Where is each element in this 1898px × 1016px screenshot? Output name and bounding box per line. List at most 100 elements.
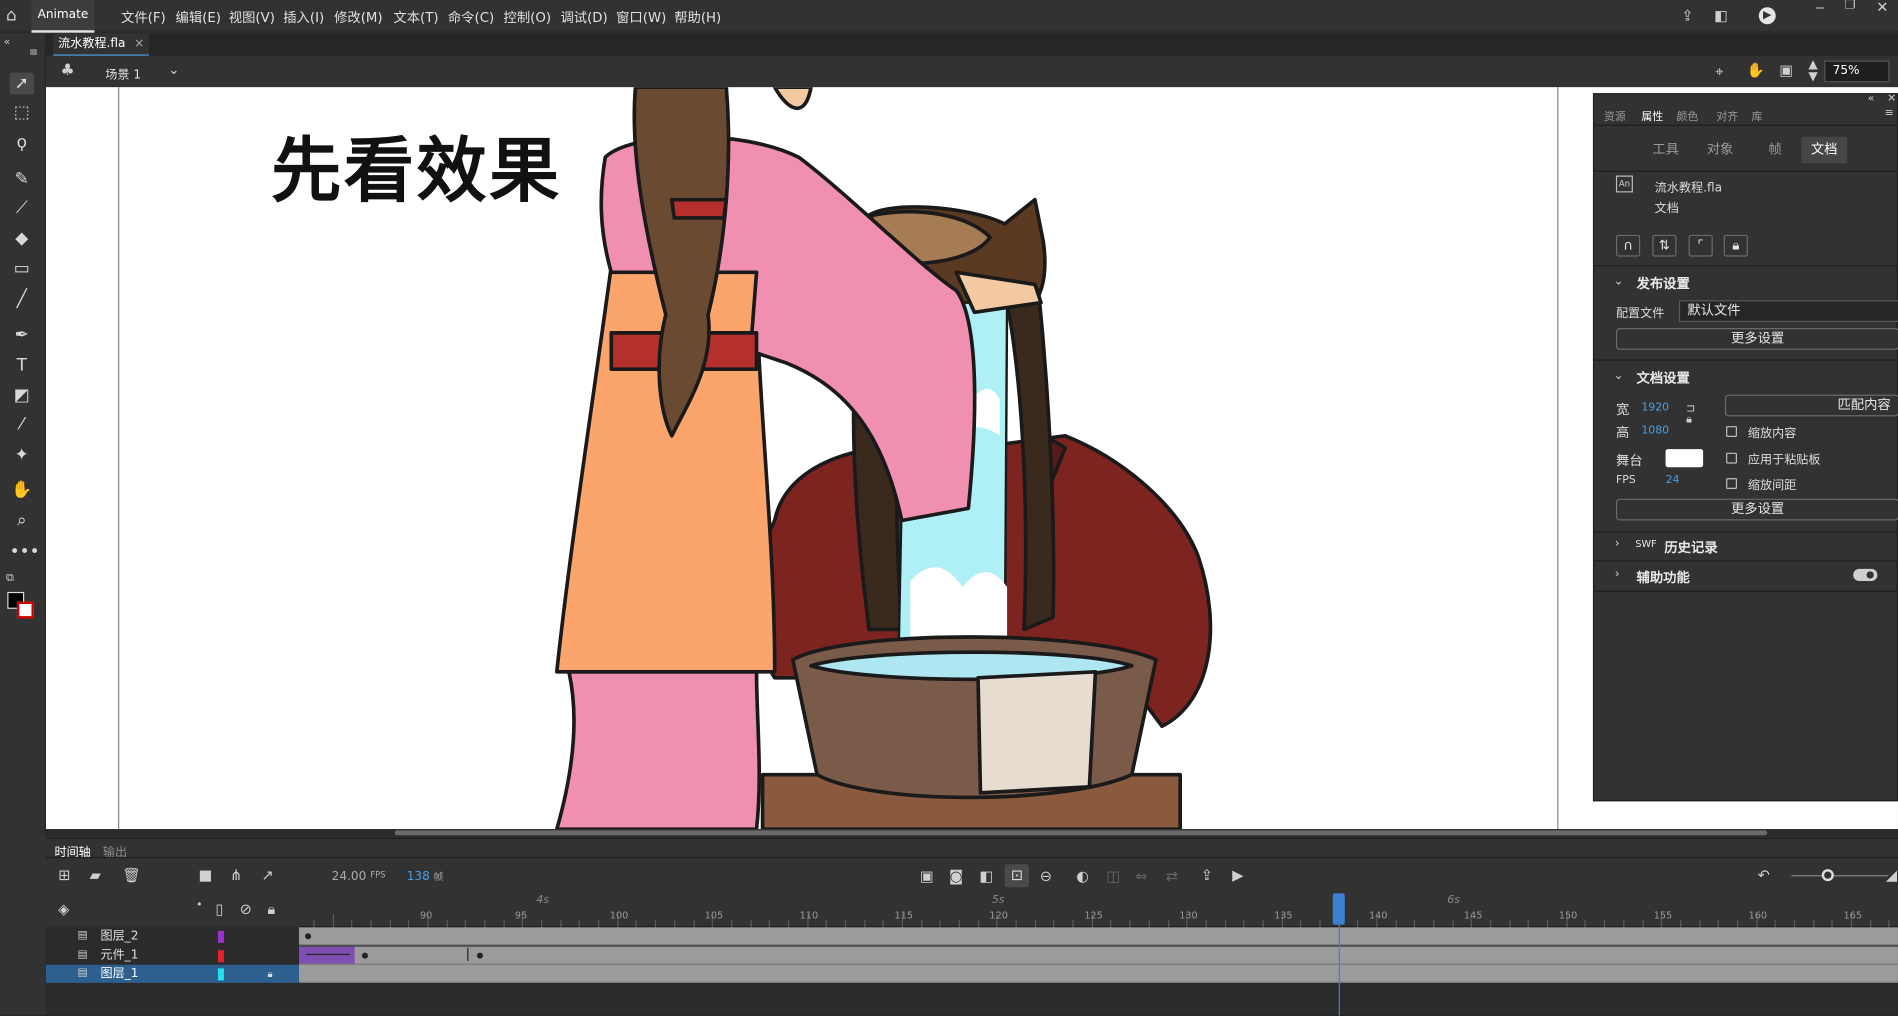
menu-control[interactable]: 控制(O): [504, 7, 552, 26]
scroll-thumb[interactable]: [394, 830, 1768, 836]
menu-view[interactable]: 视图(V): [229, 7, 275, 26]
chevron-down-icon[interactable]: ⌄: [1614, 275, 1624, 288]
insert-keyframe-icon[interactable]: ▣: [920, 869, 934, 884]
frame-row[interactable]: [298, 964, 1898, 983]
scene-icon[interactable]: ♣: [61, 63, 75, 79]
frame-size-slider-knob[interactable]: [1821, 869, 1834, 882]
new-folder-icon[interactable]: ▰: [90, 868, 101, 883]
more-tools-icon[interactable]: •••: [10, 541, 40, 563]
zoom-input[interactable]: 75%: [1824, 60, 1890, 83]
document-settings-title[interactable]: 文档设置: [1637, 368, 1690, 387]
play-icon[interactable]: ▶: [1232, 868, 1243, 883]
brush-tool-icon[interactable]: ⟋: [10, 197, 34, 219]
zoom-tool-icon[interactable]: ⌕: [10, 510, 34, 532]
workspace-icon[interactable]: ◧: [1714, 8, 1728, 23]
layer-color-swatch[interactable]: [217, 968, 224, 981]
menu-modify[interactable]: 修改(M): [334, 7, 383, 26]
insert-frame-icon[interactable]: ◧: [979, 869, 993, 884]
zoom-stepper-icon[interactable]: ▲ ▼: [1808, 59, 1817, 83]
frame-grid[interactable]: [298, 927, 1898, 1016]
publish-more-settings-button[interactable]: 更多设置: [1615, 328, 1898, 350]
tab-align[interactable]: 对齐: [1716, 108, 1738, 123]
create-tween-icon[interactable]: ⊖: [1040, 869, 1052, 884]
height-value[interactable]: 1080: [1641, 425, 1669, 437]
accessibility-title[interactable]: 辅助功能: [1637, 568, 1690, 587]
lock-layer-icon[interactable]: 🔒︎: [268, 902, 276, 917]
pin-tool-icon[interactable]: ✦: [10, 444, 34, 466]
chevron-down-icon[interactable]: ⌄: [168, 63, 179, 76]
chevron-right-icon[interactable]: ›: [1615, 568, 1620, 581]
menu-insert[interactable]: 插入(I): [283, 7, 324, 26]
close-window-icon[interactable]: ✕: [1876, 0, 1888, 15]
link-dimensions-icon[interactable]: ⊐ 🔒︎: [1686, 404, 1695, 426]
frame-size-slider[interactable]: [1791, 875, 1889, 877]
hand-tool-icon[interactable]: ✋: [10, 479, 34, 501]
eraser-tool-icon[interactable]: ◆: [10, 228, 34, 250]
onion-skin-icon[interactable]: ◐: [1076, 869, 1089, 884]
swap-colors-icon[interactable]: ⧉: [6, 573, 14, 585]
fill-color-swatch[interactable]: [16, 601, 34, 619]
profile-select[interactable]: 默认文件: [1678, 300, 1898, 322]
layer-lock-icon[interactable]: 🔒︎: [268, 965, 273, 983]
fps-display[interactable]: 24.00 FPS: [332, 870, 386, 883]
tab-library[interactable]: 库: [1752, 108, 1763, 123]
highlight-dot-icon[interactable]: •: [196, 900, 202, 912]
scene-label[interactable]: 场景 1: [105, 64, 141, 82]
stage-color-swatch[interactable]: [1665, 449, 1704, 468]
home-icon[interactable]: ⌂: [6, 7, 17, 24]
parenting-icon[interactable]: ⋔: [230, 868, 242, 883]
layer-row[interactable]: ▤ 元件_1: [46, 946, 299, 964]
minimize-icon[interactable]: ‒: [1816, 0, 1825, 15]
paint-brush-tool-icon[interactable]: ✎: [10, 168, 34, 190]
pen-tool-icon[interactable]: ✒: [10, 324, 34, 346]
toolbar-menu-icon[interactable]: ≡: [29, 48, 38, 59]
lock-guides-icon[interactable]: 🔒︎: [1723, 234, 1748, 257]
menu-commands[interactable]: 命令(C): [448, 7, 494, 26]
layer-color-swatch[interactable]: [217, 930, 224, 943]
panel-menu-icon[interactable]: ≡: [1885, 108, 1894, 120]
frame-ruler[interactable]: 90 95 100 105 110 115 120 125 130 135 140 145 150 155…: [298, 893, 1898, 928]
test-movie-icon[interactable]: ▶: [1758, 7, 1776, 25]
scale-content-checkbox[interactable]: [1726, 426, 1737, 437]
share-icon[interactable]: ⇪: [1681, 8, 1693, 23]
width-value[interactable]: 1920: [1641, 402, 1669, 414]
new-layer-icon[interactable]: ⊞: [58, 868, 70, 883]
selection-tool-icon[interactable]: ➚: [9, 72, 34, 95]
layer-color-swatch[interactable]: [217, 949, 224, 962]
playhead-handle[interactable]: [1332, 893, 1345, 925]
lasso-tool-icon[interactable]: ϙ: [10, 132, 34, 154]
guides-icon[interactable]: ⇅: [1652, 234, 1677, 257]
match-contents-button[interactable]: 匹配内容: [1724, 394, 1898, 417]
outline-icon[interactable]: ▯: [215, 902, 223, 917]
keyframe-dot[interactable]: [305, 933, 312, 940]
eyedropper-tool-icon[interactable]: ⁄: [10, 414, 34, 436]
document-tab[interactable]: 流水教程.fla ×: [53, 33, 150, 56]
rulers-icon[interactable]: ⌜: [1688, 234, 1713, 257]
chevron-right-icon[interactable]: ›: [1615, 538, 1620, 551]
subtab-object[interactable]: 对象: [1697, 137, 1743, 164]
center-frame-icon[interactable]: ⇄: [1166, 869, 1178, 884]
center-stage-icon[interactable]: ⌖: [1715, 64, 1723, 79]
subtab-document[interactable]: 文档: [1801, 136, 1848, 164]
frame-display[interactable]: 138 帧: [407, 870, 444, 883]
loop-icon[interactable]: ⇔: [1135, 869, 1147, 884]
delete-layer-icon[interactable]: 🗑︎: [122, 868, 140, 883]
menu-edit[interactable]: 编辑(E): [176, 7, 221, 26]
auto-keyframe-icon[interactable]: ⊡: [1004, 864, 1029, 888]
apply-pasteboard-checkbox[interactable]: [1726, 452, 1737, 464]
menu-file[interactable]: 文件(F): [121, 7, 166, 26]
edit-multiple-icon[interactable]: ◫: [1106, 869, 1120, 884]
menu-help[interactable]: 帮助(H): [674, 7, 721, 26]
layer-row[interactable]: ▤ 图层_2: [46, 927, 299, 945]
menu-text[interactable]: 文本(T): [393, 7, 438, 26]
layer-name[interactable]: 元件_1: [100, 946, 138, 964]
frame-row[interactable]: [298, 927, 1898, 946]
tab-properties[interactable]: 属性: [1641, 108, 1663, 123]
collapse-panel-icon[interactable]: «: [1868, 94, 1875, 105]
tab-assets[interactable]: 资源: [1604, 108, 1626, 123]
subtab-tool[interactable]: 工具: [1643, 137, 1689, 164]
close-tab-icon[interactable]: ×: [134, 38, 144, 51]
rotate-stage-icon[interactable]: ✋: [1747, 63, 1765, 78]
document-more-settings-button[interactable]: 更多设置: [1615, 498, 1898, 521]
frame-size-icon[interactable]: ◢: [1886, 868, 1897, 883]
